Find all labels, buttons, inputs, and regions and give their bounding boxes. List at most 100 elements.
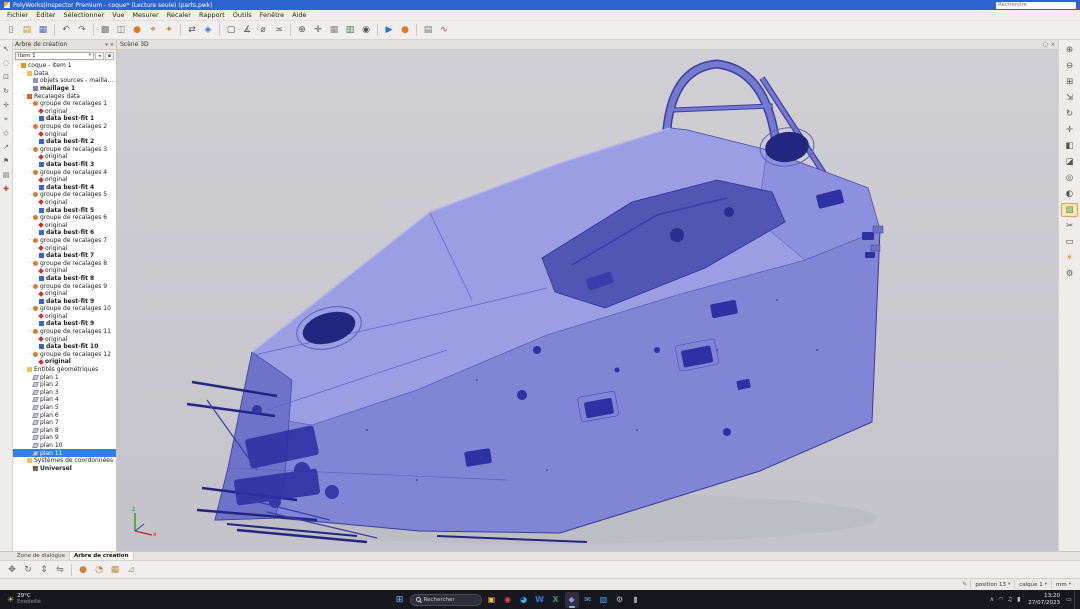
tree-item[interactable]: original: [13, 244, 116, 252]
tree-item[interactable]: plan 5: [13, 404, 116, 412]
undo-icon[interactable]: ↶: [59, 23, 73, 38]
tree-item[interactable]: original: [13, 108, 116, 116]
zoom-out-icon[interactable]: ⊖: [1061, 59, 1078, 73]
compare-icon[interactable]: ≍: [272, 23, 286, 38]
chart-icon[interactable]: ∿: [437, 23, 451, 38]
play-macro-icon[interactable]: ▶: [382, 23, 396, 38]
tree-item[interactable]: data best-fit 5: [13, 206, 116, 214]
taskbar-settings[interactable]: ⚙: [613, 592, 627, 608]
tree-item[interactable]: plan 3: [13, 389, 116, 397]
iso-view-icon[interactable]: ◪: [1061, 155, 1078, 169]
show-desktop-button[interactable]: [1074, 590, 1077, 609]
menubar-item[interactable]: Aide: [288, 10, 310, 21]
tree-item[interactable]: data best-fit 2: [13, 138, 116, 146]
tree-item[interactable]: data best-fit 1: [13, 115, 116, 123]
camera-icon[interactable]: ◉: [359, 23, 373, 38]
tab-zone-de-dialogue[interactable]: Zone de dialogue: [13, 552, 70, 560]
tree-options-icon[interactable]: ▪: [105, 52, 114, 60]
taskbar-excel[interactable]: X: [549, 592, 563, 608]
taskbar-chrome[interactable]: ◉: [501, 592, 515, 608]
probe-icon[interactable]: ⌖: [146, 23, 160, 38]
best-fit-icon[interactable]: ◈: [201, 23, 215, 38]
tree-item[interactable]: plan 10: [13, 442, 116, 450]
tray-wifi-icon[interactable]: ◠: [996, 594, 1005, 606]
tree-item[interactable]: - Recalages data: [13, 92, 116, 100]
table-icon[interactable]: ▥: [343, 23, 357, 38]
visibility-icon[interactable]: ◎: [1061, 171, 1078, 185]
tree-item[interactable]: data best-fit 9: [13, 297, 116, 305]
start-button[interactable]: ⊞: [393, 595, 407, 605]
align-icon[interactable]: ⇄: [185, 23, 199, 38]
rotate-view-icon[interactable]: ↻: [1061, 107, 1078, 121]
tree-item[interactable]: original: [13, 335, 116, 343]
tree-item[interactable]: original: [13, 176, 116, 184]
tree-item[interactable]: - groupe de recalages 8: [13, 259, 116, 267]
shading-icon[interactable]: ◐: [1061, 187, 1078, 201]
rotate-object-icon[interactable]: ↻: [21, 562, 35, 577]
panel-menu-icon[interactable]: ▾: [105, 42, 108, 48]
menubar-item[interactable]: Éditer: [32, 10, 59, 21]
tree-item[interactable]: Universel: [13, 464, 116, 472]
tree-item[interactable]: - groupe de recalages 1: [13, 100, 116, 108]
weather-widget[interactable]: ☀ 29°C Ensoleillé: [0, 594, 48, 605]
viewport-maximize-icon[interactable]: ▢: [1043, 42, 1048, 48]
tree-item[interactable]: original: [13, 290, 116, 298]
scale-object-icon[interactable]: ⇕: [37, 562, 51, 577]
zoom-tool-icon[interactable]: ⊕: [295, 23, 309, 38]
menubar-item[interactable]: Recaler: [163, 10, 195, 21]
menubar-item[interactable]: Outils: [229, 10, 256, 21]
open-file-icon[interactable]: ▤: [20, 23, 34, 38]
viewport-close-icon[interactable]: ×: [1051, 42, 1055, 48]
measure-point-icon[interactable]: ⌖: [1, 114, 12, 124]
record-macro-icon[interactable]: ●: [398, 23, 412, 38]
units-selector[interactable]: mm ▾: [1051, 580, 1075, 589]
taskbar-file-explorer[interactable]: ▣: [485, 592, 499, 608]
translate-object-icon[interactable]: ✥: [5, 562, 19, 577]
tray-volume-icon[interactable]: ♫: [1005, 594, 1014, 606]
tree-item[interactable]: - groupe de recalages 6: [13, 214, 116, 222]
feature-icon[interactable]: ◔: [92, 562, 106, 577]
taskbar-clock[interactable]: 13:20 27/07/2023: [1024, 593, 1064, 606]
menubar-item[interactable]: Sélectionner: [60, 10, 109, 21]
global-search-input[interactable]: [996, 2, 1076, 9]
lasso-icon[interactable]: ◌: [1, 58, 12, 68]
taskbar-polyworks[interactable]: ◆: [565, 592, 579, 608]
tree-item[interactable]: original: [13, 153, 116, 161]
menubar-item[interactable]: Fichier: [3, 10, 32, 21]
grid-icon[interactable]: ▦: [327, 23, 341, 38]
tree-item[interactable]: plan 4: [13, 396, 116, 404]
measure-angle-icon[interactable]: ∡: [240, 23, 254, 38]
tree-item[interactable]: plan 7: [13, 419, 116, 427]
tree-item[interactable]: - groupe de recalages 4: [13, 168, 116, 176]
taskbar-word[interactable]: W: [533, 592, 547, 608]
clip-plane-icon[interactable]: ✂: [1061, 219, 1078, 233]
tree-item[interactable]: - groupe de recalages 9: [13, 282, 116, 290]
tree-item[interactable]: data best-fit 3: [13, 161, 116, 169]
color-map-icon[interactable]: ▧: [1061, 203, 1078, 217]
tree-item[interactable]: plan 11: [13, 449, 116, 457]
pan-icon[interactable]: ✛: [1, 100, 12, 110]
tree-item[interactable]: - coque - item 1: [13, 62, 116, 70]
taskbar-photos[interactable]: ▧: [597, 592, 611, 608]
vector-icon[interactable]: ↗: [1, 142, 12, 152]
rotate-icon[interactable]: ↻: [1, 86, 12, 96]
tree-item[interactable]: - groupe de recalages 7: [13, 237, 116, 245]
redo-icon[interactable]: ↷: [75, 23, 89, 38]
tree-item[interactable]: plan 2: [13, 381, 116, 389]
fit-view-icon[interactable]: ⇲: [1061, 91, 1078, 105]
tree-item[interactable]: plan 1: [13, 373, 116, 381]
new-file-icon[interactable]: ▯: [4, 23, 18, 38]
tree-item[interactable]: - groupe de recalages 11: [13, 328, 116, 336]
tree-item[interactable]: - groupe de recalages 12: [13, 351, 116, 359]
label-icon[interactable]: ⚑: [1, 156, 12, 166]
tree-item[interactable]: - Data: [13, 70, 116, 78]
zoom-window-icon[interactable]: ⊞: [1061, 75, 1078, 89]
view-settings-icon[interactable]: ⚙: [1061, 267, 1078, 281]
dimension-icon[interactable]: ⌀: [256, 23, 270, 38]
tree-item[interactable]: data best-fit 8: [13, 275, 116, 283]
zoom-select-icon[interactable]: ⊡: [1, 72, 12, 82]
tree-item[interactable]: original: [13, 267, 116, 275]
tray-battery-icon[interactable]: ▮: [1014, 594, 1023, 606]
tree-item[interactable]: - groupe de recalages 10: [13, 305, 116, 313]
tree-item[interactable]: plan 6: [13, 411, 116, 419]
